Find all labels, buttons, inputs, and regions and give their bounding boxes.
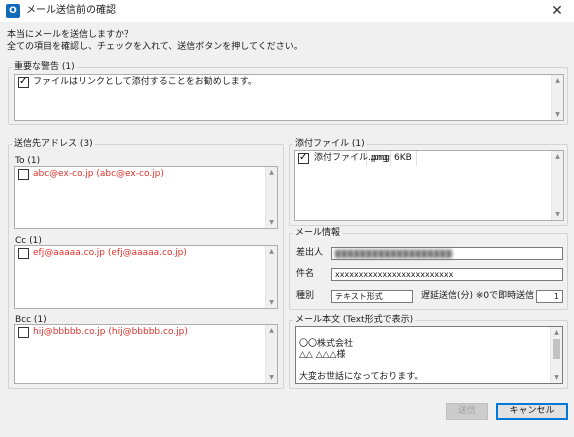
scroll-down-arrow-icon[interactable]: ▼ [266, 217, 277, 228]
bcc-checkbox[interactable] [18, 327, 29, 338]
window-title: メール送信前の確認 [26, 5, 116, 16]
attachments-list[interactable]: 添付ファイル.png .png 6KB ▲ ▼ [294, 150, 564, 221]
scroll-up-arrow-icon[interactable]: ▲ [552, 75, 563, 86]
intro-instruction: 全ての項目を確認し、チェックを入れて、送信ボタンを押してください。 [7, 42, 303, 52]
scroll-down-arrow-icon[interactable]: ▼ [266, 297, 277, 308]
mail-info-group-label: メール情報 [293, 227, 343, 239]
scroll-up-arrow-icon[interactable]: ▲ [266, 325, 277, 336]
scroll-down-arrow-icon[interactable]: ▼ [552, 209, 563, 220]
bcc-scrollbar[interactable]: ▲ ▼ [265, 325, 277, 383]
to-checkbox[interactable] [18, 169, 29, 180]
subject-field[interactable]: xxxxxxxxxxxxxxxxxxxxxxxxx [331, 268, 563, 281]
title-bar: O メール送信前の確認 ✕ [0, 0, 574, 22]
body-line: 大変お世話になっております。 [299, 372, 424, 382]
type-field[interactable]: テキスト形式 [331, 290, 413, 303]
bcc-list[interactable]: hij@bbbbb.co.jp (hij@bbbbb.co.jp) ▲ ▼ [14, 324, 278, 384]
to-scrollbar[interactable]: ▲ ▼ [265, 167, 277, 228]
outlook-icon: O [6, 4, 20, 18]
cc-scrollbar[interactable]: ▲ ▼ [265, 246, 277, 308]
send-button[interactable]: 送信 [446, 403, 488, 420]
type-value: テキスト形式 [335, 292, 383, 301]
cc-checkbox[interactable] [18, 248, 29, 259]
list-item[interactable]: ファイルはリンクとして添付することをお勧めします。 [15, 75, 551, 90]
scroll-up-arrow-icon[interactable]: ▲ [551, 327, 562, 338]
mail-body-textarea[interactable]: 〇〇株式会社 △△ △△△様 大変お世話になっております。 ▲ ▼ [295, 326, 563, 384]
warning-scrollbar[interactable]: ▲ ▼ [551, 75, 563, 120]
attachment-checkbox[interactable] [298, 152, 309, 164]
subject-value: xxxxxxxxxxxxxxxxxxxxxxxxx [335, 270, 454, 279]
to-address: abc@ex-co.jp (abc@ex-co.jp) [33, 169, 164, 179]
scroll-up-arrow-icon[interactable]: ▲ [552, 151, 563, 162]
cc-list[interactable]: efj@aaaaa.co.jp (efj@aaaaa.co.jp) ▲ ▼ [14, 245, 278, 309]
cc-address: efj@aaaaa.co.jp (efj@aaaaa.co.jp) [33, 248, 187, 258]
list-item[interactable]: efj@aaaaa.co.jp (efj@aaaaa.co.jp) [15, 246, 265, 261]
warning-group-label: 重要な警告 (1) [12, 61, 77, 73]
delay-field[interactable]: 1 [536, 290, 563, 303]
scroll-down-arrow-icon[interactable]: ▼ [552, 109, 563, 120]
list-item[interactable]: 添付ファイル.png .png 6KB [295, 151, 551, 166]
scroll-thumb[interactable] [553, 339, 560, 359]
subject-label: 件名 [296, 269, 315, 279]
attachment-name: 添付ファイル.png [311, 151, 388, 166]
bcc-address: hij@bbbbb.co.jp (hij@bbbbb.co.jp) [33, 327, 188, 337]
attachments-scrollbar[interactable]: ▲ ▼ [551, 151, 563, 220]
body-group-label: メール本文 (Text形式で表示) [293, 314, 416, 326]
sender-label: 差出人 [296, 248, 324, 258]
close-icon: ✕ [551, 3, 563, 19]
to-list[interactable]: abc@ex-co.jp (abc@ex-co.jp) ▲ ▼ [14, 166, 278, 229]
close-button[interactable]: ✕ [544, 1, 570, 21]
intro-question: 本当にメールを送信しますか？ [7, 30, 134, 40]
scroll-down-arrow-icon[interactable]: ▼ [551, 372, 562, 383]
attachment-ext: .png [367, 151, 391, 166]
body-scrollbar[interactable]: ▲ ▼ [550, 327, 562, 383]
sender-field[interactable]: ▇▇▇▇▇▇▇▇▇▇▇▇▇▇▇▇▇▇▇ [331, 247, 563, 260]
sender-value: ▇▇▇▇▇▇▇▇▇▇▇▇▇▇▇▇▇▇▇ [335, 249, 452, 258]
scroll-up-arrow-icon[interactable]: ▲ [266, 246, 277, 257]
delay-label: 遅延送信(分) ※0で即時送信 [421, 291, 535, 301]
delay-value: 1 [553, 292, 559, 301]
body-line [299, 328, 549, 339]
body-line [299, 361, 549, 372]
warning-checkbox[interactable] [18, 76, 29, 88]
scroll-down-arrow-icon[interactable]: ▼ [266, 372, 277, 383]
warning-text: ファイルはリンクとして添付することをお勧めします。 [33, 77, 257, 87]
list-item[interactable]: abc@ex-co.jp (abc@ex-co.jp) [15, 167, 265, 182]
body-line: △△ △△△様 [299, 350, 346, 360]
scroll-up-arrow-icon[interactable]: ▲ [266, 167, 277, 178]
cancel-button[interactable]: キャンセル [496, 403, 568, 420]
type-label: 種別 [296, 291, 315, 301]
attachments-group-label: 添付ファイル (1) [293, 138, 367, 150]
list-item[interactable]: hij@bbbbb.co.jp (hij@bbbbb.co.jp) [15, 325, 265, 340]
body-line: 〇〇株式会社 [299, 339, 354, 349]
recipients-group-label: 送信先アドレス (3) [12, 138, 95, 150]
warning-list[interactable]: ファイルはリンクとして添付することをお勧めします。 ▲ ▼ [14, 74, 564, 121]
mail-body-text: 〇〇株式会社 △△ △△△様 大変お世話になっております。 [299, 328, 549, 383]
attachment-size: 6KB [391, 151, 417, 166]
